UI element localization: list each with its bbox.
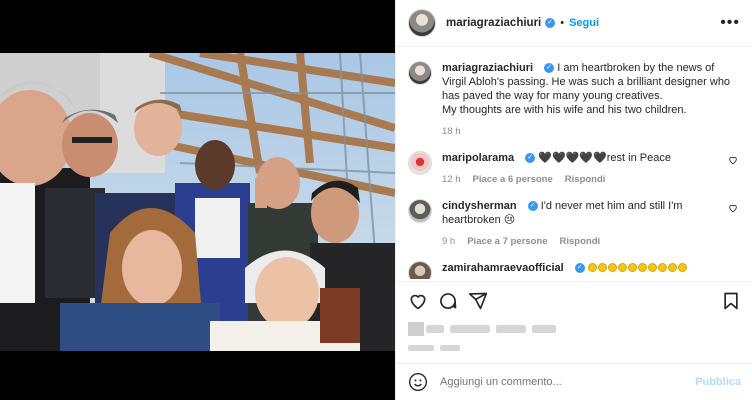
- verified-badge-icon: ✓: [545, 18, 556, 28]
- caption-username[interactable]: mariagraziachiuri: [442, 62, 533, 74]
- publish-button[interactable]: Pubblica: [695, 376, 741, 388]
- comment-timestamp[interactable]: 12 h: [442, 173, 461, 187]
- comment-text: 🖤🖤🖤🖤🖤rest in Peace: [538, 152, 671, 164]
- comment-item: cindysherman ✓ I'd never met him and sti…: [408, 199, 740, 249]
- like-comment-heart-icon[interactable]: [728, 155, 738, 165]
- follow-button[interactable]: Segui: [569, 17, 599, 29]
- post-media-area: [0, 0, 395, 400]
- post-header: mariagraziachiuri ✓ • Segui •••: [396, 0, 752, 47]
- post-actions: [396, 281, 752, 351]
- comment-composer: Pubblica: [396, 363, 752, 400]
- crying-emoji-icon: [597, 263, 607, 272]
- post-photo[interactable]: [0, 53, 395, 351]
- crying-emoji-icon: [617, 263, 627, 272]
- likes-summary-blurred[interactable]: [408, 322, 741, 336]
- author-avatar[interactable]: [408, 9, 436, 37]
- crying-emoji-icon: [587, 263, 597, 272]
- commenter-avatar[interactable]: [408, 261, 432, 279]
- caption-text-line2: My thoughts are with his wife and his tw…: [442, 104, 687, 116]
- more-options-icon[interactable]: •••: [720, 14, 740, 32]
- verified-badge-icon: ✓: [544, 63, 555, 74]
- reply-button[interactable]: Rispondi: [560, 235, 601, 249]
- crying-emoji-icon: [627, 263, 637, 272]
- separator-dot: •: [560, 17, 565, 29]
- comment-item: maripolarama ✓ 🖤🖤🖤🖤🖤rest in Peace 12 h P…: [408, 151, 740, 187]
- heart-icon[interactable]: [408, 291, 428, 311]
- crying-emoji-icon: [677, 263, 687, 272]
- crying-emoji-icon: [657, 263, 667, 272]
- crying-emoji-icon: [607, 263, 617, 272]
- commenter-username[interactable]: cindysherman: [442, 200, 517, 212]
- bookmark-icon[interactable]: [721, 291, 741, 311]
- commenter-username[interactable]: zamirahamraevaofficial: [442, 262, 564, 274]
- caption: mariagraziachiuri ✓ I am heartbroken by …: [408, 61, 740, 139]
- caption-timestamp[interactable]: 18 h: [442, 125, 732, 139]
- comments-list[interactable]: mariagraziachiuri ✓ I am heartbroken by …: [396, 47, 752, 279]
- comment-meta: 9 h Piace a 7 persone Rispondi: [442, 235, 732, 249]
- emoji-row: [587, 262, 688, 274]
- reply-button[interactable]: Rispondi: [565, 173, 606, 187]
- comment-item: zamirahamraevaofficial ✓: [408, 261, 740, 279]
- comment-likes-count[interactable]: Piace a 6 persone: [473, 173, 553, 187]
- crying-emoji-icon: [647, 263, 657, 272]
- comment-icon[interactable]: [438, 291, 458, 311]
- post-date-blurred: [408, 345, 741, 351]
- share-icon[interactable]: [468, 291, 488, 311]
- verified-badge-icon: ✓: [527, 201, 538, 212]
- commenter-avatar[interactable]: [408, 151, 432, 175]
- action-icons-row: [408, 290, 741, 312]
- comment-likes-count[interactable]: Piace a 7 persone: [467, 235, 547, 249]
- like-comment-heart-icon[interactable]: [728, 203, 738, 213]
- author-username[interactable]: mariagraziachiuri: [446, 17, 541, 29]
- commenter-username[interactable]: maripolarama: [442, 152, 514, 164]
- post-side-panel: mariagraziachiuri ✓ • Segui ••• mariagra…: [395, 0, 752, 400]
- verified-badge-icon: ✓: [525, 153, 536, 164]
- crying-emoji-icon: [637, 263, 647, 272]
- comment-meta: 12 h Piace a 6 persone Rispondi: [442, 173, 732, 187]
- crying-emoji-icon: [667, 263, 677, 272]
- caption-avatar[interactable]: [408, 61, 432, 85]
- commenter-avatar[interactable]: [408, 199, 432, 223]
- comment-timestamp[interactable]: 9 h: [442, 235, 455, 249]
- emoji-icon[interactable]: [408, 372, 428, 392]
- comment-input[interactable]: [440, 376, 696, 388]
- group-selfie-image: [0, 53, 395, 351]
- verified-badge-icon: ✓: [574, 263, 585, 274]
